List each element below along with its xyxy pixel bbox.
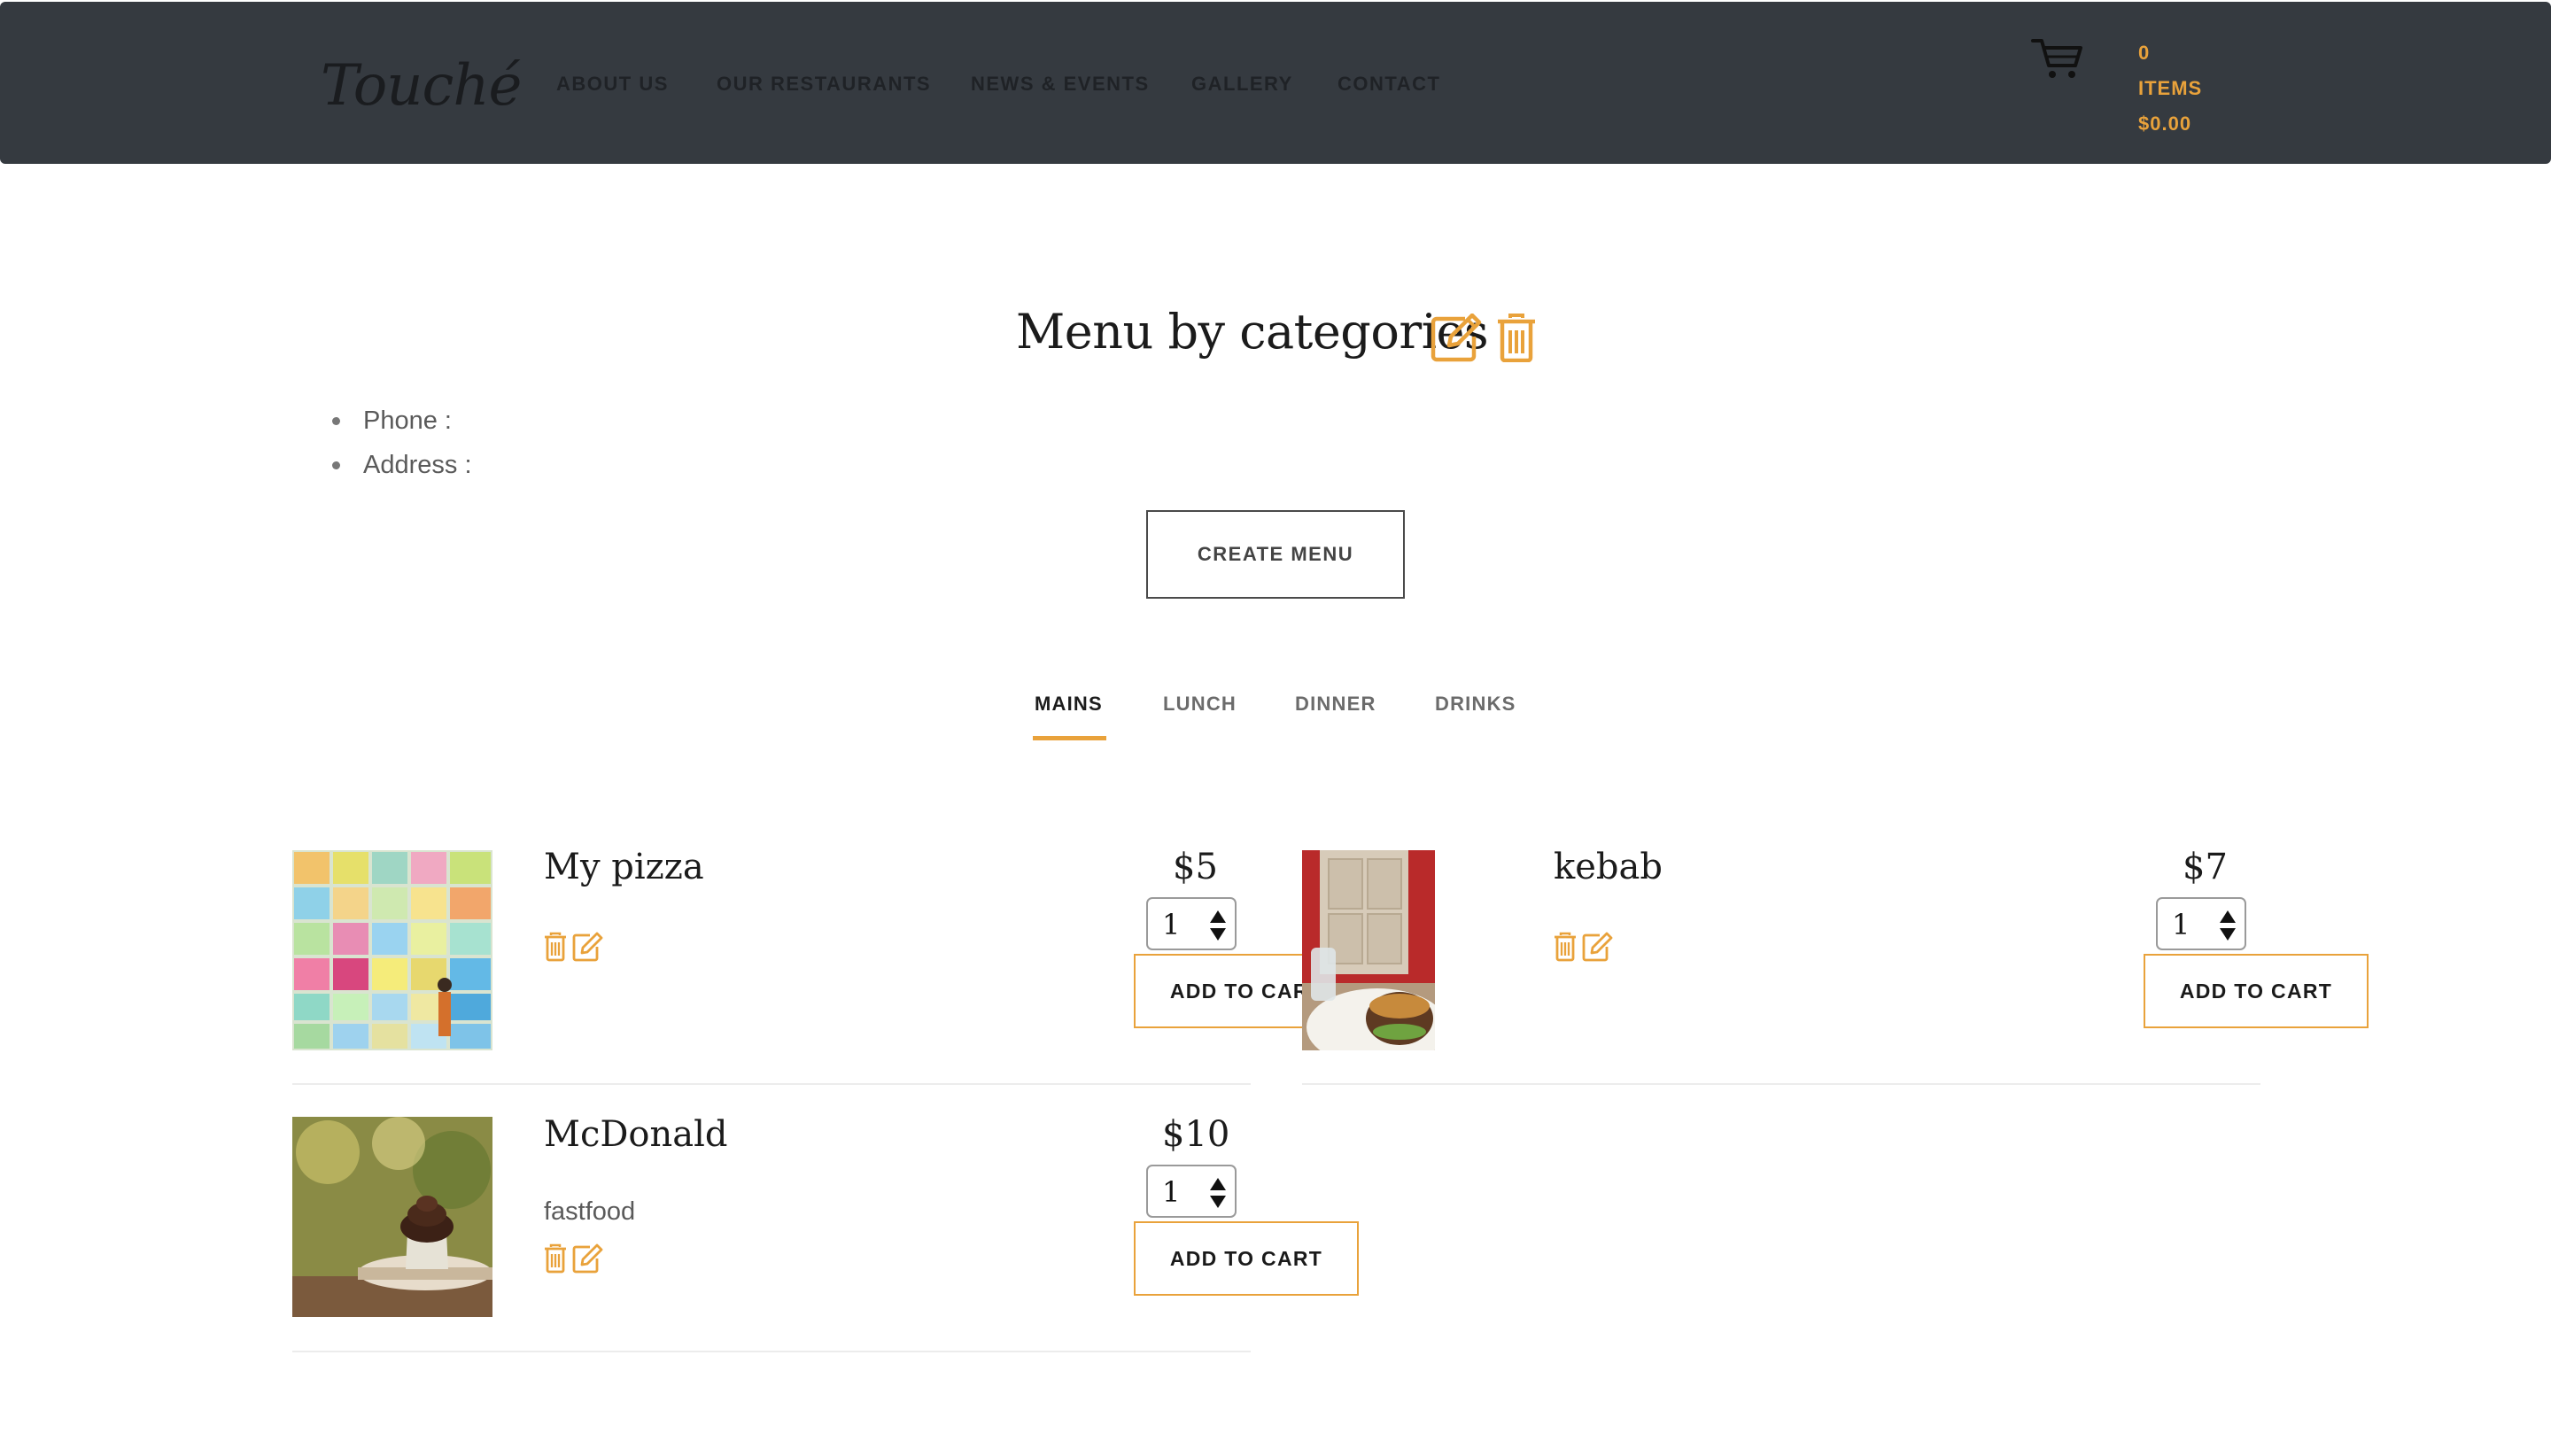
item-image-my-pizza [292, 850, 492, 1050]
top-navigation-bar: Touché ABOUT US OUR RESTAURANTS NEWS & E… [0, 2, 2551, 164]
tab-lunch[interactable]: LUNCH [1163, 693, 1237, 716]
spinner-arrows-icon[interactable] [1208, 1177, 1228, 1209]
row-divider [292, 1083, 1251, 1085]
item-price: $7 [2183, 847, 2228, 887]
item-image-kebab [1302, 850, 1435, 1050]
item-description: fastfood [544, 1197, 636, 1226]
edit-icon[interactable] [572, 1243, 603, 1274]
item-name: McDonald [544, 1114, 728, 1155]
quantity-value: 1 [2172, 908, 2190, 941]
cart-items-label: ITEMS [2138, 77, 2203, 99]
page-title: Menu by categories [1016, 304, 1489, 360]
quantity-value: 1 [1162, 1175, 1181, 1209]
item-actions-my-pizza [545, 932, 603, 962]
quantity-value: 1 [1162, 908, 1181, 941]
item-price: $5 [1173, 847, 1218, 887]
active-tab-indicator [1033, 736, 1106, 740]
row-divider [1302, 1083, 2260, 1085]
item-image-mcdonald [292, 1117, 492, 1317]
item-actions-kebab [1555, 932, 1613, 962]
row-divider [292, 1351, 1251, 1352]
quantity-stepper[interactable]: 1 [2156, 897, 2246, 950]
tab-mains[interactable]: MAINS [1035, 693, 1103, 716]
edit-icon[interactable] [1582, 932, 1613, 962]
site-logo[interactable]: Touché [321, 53, 522, 119]
edit-icon[interactable] [572, 932, 603, 962]
nav-contact[interactable]: CONTACT [1338, 73, 1440, 96]
restaurant-info-list: Phone : Address : [330, 399, 472, 487]
nav-news-events[interactable]: NEWS & EVENTS [971, 73, 1150, 96]
edit-icon[interactable] [1430, 314, 1483, 363]
cart-count: 0 [2138, 42, 2151, 64]
trash-icon[interactable] [1555, 932, 1576, 962]
phone-label: Phone : [330, 399, 472, 443]
trash-icon[interactable] [545, 1243, 566, 1274]
nav-about-us[interactable]: ABOUT US [556, 73, 669, 96]
cart-summary[interactable]: 0 ITEMS $0.00 [2138, 35, 2202, 142]
item-price: $10 [1162, 1114, 1230, 1155]
add-to-cart-button[interactable]: ADD TO CART [1134, 1221, 1359, 1296]
item-actions-mcdonald [545, 1243, 603, 1274]
cart-icon[interactable] [2031, 35, 2084, 81]
quantity-stepper[interactable]: 1 [1146, 1165, 1237, 1218]
cart-total: $0.00 [2138, 112, 2192, 135]
tab-drinks[interactable]: DRINKS [1435, 693, 1516, 716]
trash-icon[interactable] [545, 932, 566, 962]
trash-icon[interactable] [1497, 313, 1536, 362]
nav-our-restaurants[interactable]: OUR RESTAURANTS [717, 73, 931, 96]
address-label: Address : [330, 443, 472, 487]
item-name: kebab [1554, 847, 1663, 887]
item-name: My pizza [544, 847, 704, 887]
nav-gallery[interactable]: GALLERY [1191, 73, 1293, 96]
tab-dinner[interactable]: DINNER [1295, 693, 1376, 716]
quantity-stepper[interactable]: 1 [1146, 897, 1237, 950]
spinner-arrows-icon[interactable] [2218, 910, 2237, 941]
add-to-cart-button[interactable]: ADD TO CART [2144, 954, 2369, 1028]
create-menu-button[interactable]: CREATE MENU [1146, 510, 1405, 599]
spinner-arrows-icon[interactable] [1208, 910, 1228, 941]
